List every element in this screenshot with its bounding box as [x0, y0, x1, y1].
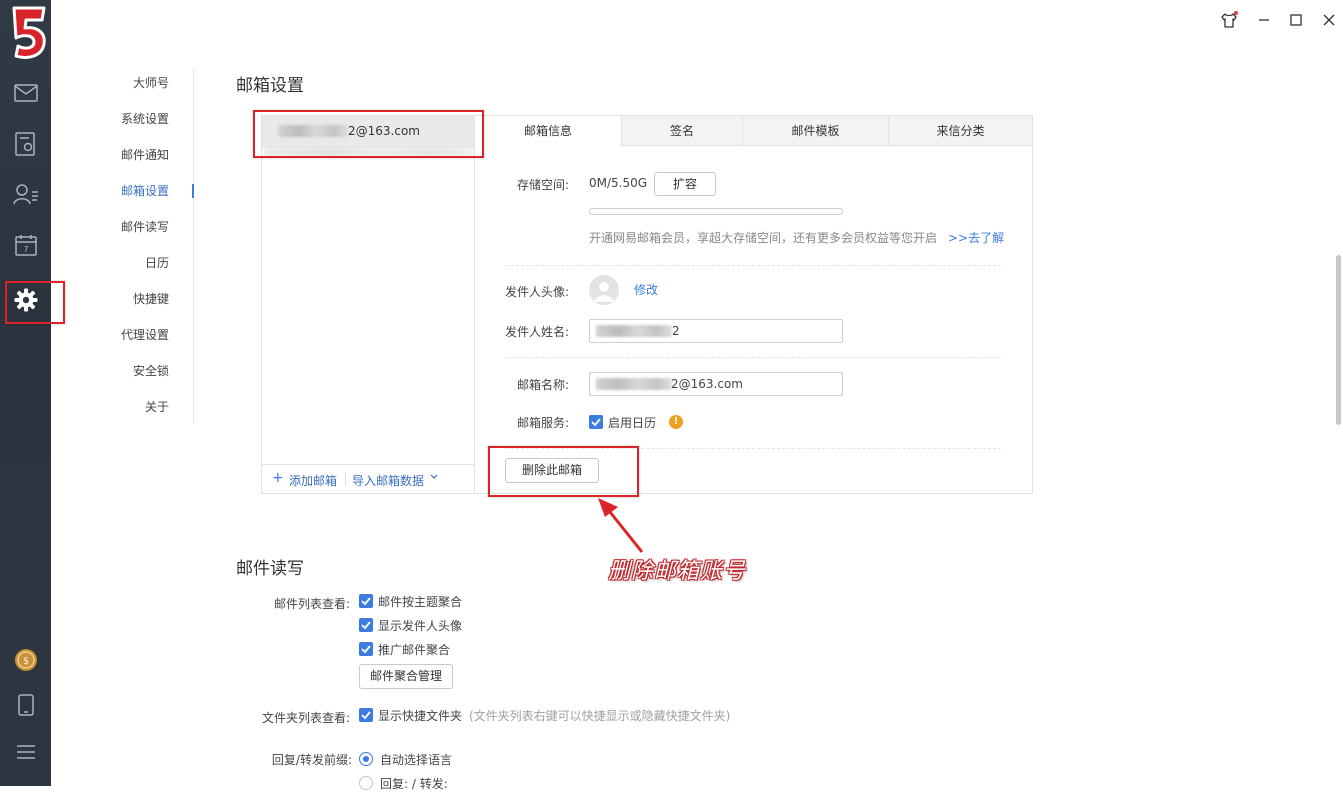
- avatar-label: 发件人头像:: [504, 285, 569, 299]
- settings-nav: 大师号 系统设置 邮件通知 邮箱设置 邮件读写 日历 快捷键 代理设置 安全锁 …: [100, 68, 194, 424]
- plus-icon: +: [272, 470, 284, 486]
- tab-signature[interactable]: 签名: [621, 116, 742, 146]
- nav-item-calendar[interactable]: 日历: [145, 254, 169, 271]
- app-logo[interactable]: 5: [6, 4, 48, 60]
- skin-icon[interactable]: [1217, 8, 1241, 32]
- nav-item-system[interactable]: 系统设置: [121, 110, 169, 127]
- close-icon[interactable]: [1317, 8, 1341, 32]
- tab-mail-template[interactable]: 邮件模板: [742, 116, 888, 146]
- folder-view-label: 文件夹列表查看:: [261, 711, 350, 725]
- nav-item-about[interactable]: 关于: [145, 398, 169, 415]
- calendar-day: 7: [23, 245, 28, 254]
- minimize-icon[interactable]: [1252, 8, 1276, 32]
- storage-value: 0M/5.50G: [589, 176, 648, 190]
- sender-name-value: 2: [672, 324, 680, 338]
- thread-group-checkbox[interactable]: [359, 594, 373, 608]
- blurred-name: [596, 325, 672, 337]
- mailbox-name-value: 2@163.com: [671, 377, 743, 391]
- section-title-readwrite: 邮件读写: [236, 559, 304, 579]
- contacts-icon[interactable]: [0, 174, 51, 214]
- promo-group-checkbox[interactable]: [359, 642, 373, 656]
- quick-folder-label: 显示快捷文件夹: [378, 709, 463, 723]
- nav-item-shortcuts[interactable]: 快捷键: [133, 290, 169, 307]
- annotation-arrow-icon: [598, 498, 644, 553]
- vertical-scrollbar[interactable]: [1336, 255, 1341, 425]
- calendar-icon[interactable]: 7: [0, 225, 51, 265]
- left-rail: 5 7 $: [0, 0, 51, 786]
- storage-promo-text: 开通网易邮箱会员，享超大存储空间，还有更多会员权益等您开启: [589, 231, 938, 245]
- avatar-edit-link[interactable]: 修改: [634, 281, 658, 298]
- reply-forward-label: 回复: / 转发:: [380, 777, 448, 791]
- nav-active-indicator: [192, 184, 194, 198]
- storage-label: 存储空间:: [516, 178, 569, 192]
- sender-name-label: 发件人姓名:: [504, 325, 569, 339]
- account-list-footer: + 添加邮箱 导入邮箱数据: [262, 464, 474, 492]
- nav-item-mailbox[interactable]: 邮箱设置: [121, 182, 169, 199]
- nav-item-proxy[interactable]: 代理设置: [121, 326, 169, 343]
- import-mailbox-link[interactable]: 导入邮箱数据: [352, 472, 424, 489]
- calendar-service-checkbox[interactable]: [589, 415, 603, 429]
- mailbox-name-label: 邮箱名称:: [516, 378, 569, 392]
- account-list: 2@163.com + 添加邮箱 导入邮箱数据: [262, 116, 475, 493]
- expand-storage-button[interactable]: 扩容: [654, 172, 716, 196]
- storage-promo-link[interactable]: >>去了解: [948, 229, 1004, 246]
- nav-item-notify[interactable]: 邮件通知: [121, 146, 169, 163]
- list-view-label: 邮件列表查看:: [273, 597, 350, 611]
- menu-icon[interactable]: [0, 732, 51, 772]
- blurred-mailbox: [596, 378, 672, 390]
- tab-mailbox-info[interactable]: 邮箱信息: [475, 116, 621, 146]
- show-avatar-label: 显示发件人头像: [378, 619, 463, 633]
- quick-folder-hint: (文件夹列表右键可以快捷显示或隐藏快捷文件夹): [469, 709, 731, 723]
- mobile-icon[interactable]: [0, 685, 51, 725]
- account-highlight-box: [253, 110, 484, 158]
- promo-group-label: 推广邮件聚合: [378, 643, 451, 657]
- section-title-mailbox: 邮箱设置: [236, 76, 304, 96]
- contacts-card-icon[interactable]: [0, 124, 51, 164]
- auto-language-label: 自动选择语言: [380, 753, 453, 767]
- mailbox-tabs: 邮箱信息 签名 邮件模板 来信分类: [475, 116, 1032, 146]
- reply-forward-radio[interactable]: [359, 776, 373, 790]
- gear-highlight-box: [5, 281, 65, 324]
- nav-item-master[interactable]: 大师号: [133, 74, 169, 91]
- chevron-down-icon[interactable]: [430, 471, 438, 486]
- warning-icon[interactable]: !: [669, 415, 683, 429]
- svg-text:$: $: [22, 656, 28, 667]
- quick-folder-checkbox[interactable]: [359, 708, 373, 722]
- nav-item-readwrite[interactable]: 邮件读写: [121, 218, 169, 235]
- calendar-service-label: 启用日历: [608, 416, 657, 430]
- delete-highlight-box: [488, 446, 639, 497]
- mailbox-name-input[interactable]: 2@163.com: [589, 372, 843, 396]
- mail-icon[interactable]: [0, 73, 51, 113]
- auto-language-radio[interactable]: [359, 752, 373, 766]
- coin-icon[interactable]: $: [0, 640, 51, 680]
- group-manage-button[interactable]: 邮件聚合管理: [359, 664, 453, 689]
- annotation-text: 删除邮箱账号: [608, 559, 747, 584]
- thread-group-label: 邮件按主题聚合: [378, 595, 463, 609]
- avatar: [589, 275, 619, 305]
- footer-divider: [345, 472, 346, 486]
- tab-mail-classify[interactable]: 来信分类: [888, 116, 1032, 146]
- divider: [506, 357, 1001, 358]
- storage-progress-bar: [589, 208, 843, 215]
- nav-item-security-lock[interactable]: 安全锁: [133, 362, 169, 379]
- divider: [506, 265, 1001, 266]
- show-avatar-checkbox[interactable]: [359, 618, 373, 632]
- sender-name-input[interactable]: 2: [589, 319, 843, 343]
- mailbox-service-label: 邮箱服务:: [516, 416, 569, 430]
- account-panel: 2@163.com + 添加邮箱 导入邮箱数据 邮箱信息 签名 邮件模板 来信分…: [261, 115, 1033, 494]
- reply-prefix-label: 回复/转发前缀:: [271, 753, 352, 767]
- maximize-icon[interactable]: [1284, 8, 1308, 32]
- add-mailbox-link[interactable]: 添加邮箱: [289, 472, 337, 489]
